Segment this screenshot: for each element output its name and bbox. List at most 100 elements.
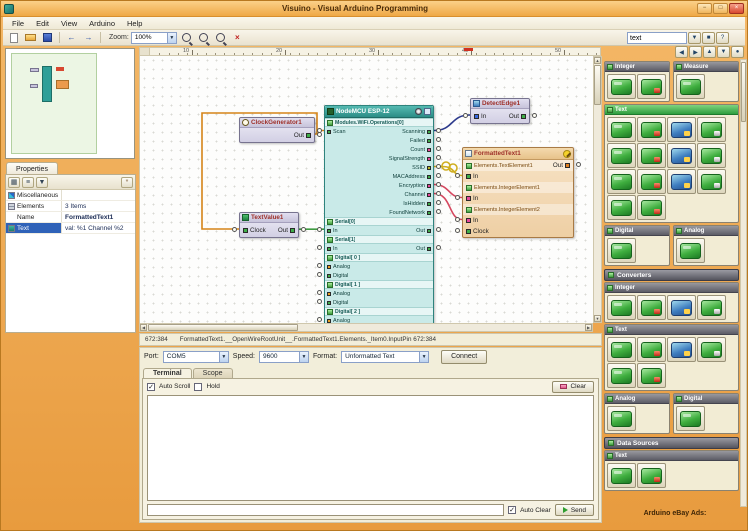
toolbox-section-header[interactable]: Integer (605, 62, 669, 72)
terminal-output[interactable] (147, 395, 594, 501)
menu-help[interactable]: Help (122, 18, 147, 29)
toolbox-section-header[interactable]: Digital (674, 394, 738, 404)
property-row-miscellaneous[interactable]: Miscellaneous (6, 190, 135, 201)
formattedtext1-input-connector[interactable] (455, 173, 460, 178)
toolbox-section-header[interactable]: Text (605, 451, 738, 461)
input-pin[interactable] (474, 114, 479, 119)
nodemcu-output-connector[interactable] (436, 128, 441, 133)
nodemcu-output-connector[interactable] (436, 200, 441, 205)
output-pin[interactable] (427, 139, 431, 143)
search-options-button[interactable]: ▼ (688, 32, 701, 44)
detectedge1-header[interactable]: DetectEdge1 (471, 99, 529, 109)
input-pin[interactable] (327, 229, 331, 233)
scroll-left-icon[interactable]: ◀ (140, 324, 147, 331)
property-value[interactable]: val: %1 Channel %2 (62, 223, 135, 233)
detectedge1-input-connector[interactable] (463, 113, 468, 118)
undo-button[interactable]: ← (64, 31, 79, 44)
output-pin[interactable] (427, 247, 431, 251)
property-value[interactable]: FormattedText1 (62, 212, 135, 222)
property-value[interactable]: 3 Items (62, 201, 135, 211)
input-pin[interactable] (243, 228, 248, 233)
save-button[interactable] (40, 31, 55, 44)
output-pin[interactable] (427, 130, 431, 134)
component-tile[interactable] (607, 337, 636, 362)
output-pin[interactable] (427, 148, 431, 152)
component-tile[interactable] (607, 195, 636, 220)
hold-checkbox[interactable] (194, 383, 202, 391)
nodemcu-input-connector[interactable] (317, 128, 322, 133)
textvalue1-output-connector[interactable] (301, 227, 306, 232)
canvas-vertical-scrollbar[interactable]: ▲ ▼ (593, 56, 602, 323)
output-pin[interactable] (565, 163, 570, 168)
nodemcu-output-connector[interactable] (436, 173, 441, 178)
component-tile[interactable] (667, 337, 696, 362)
component-tile[interactable] (697, 143, 726, 168)
speed-select[interactable]: 9600 ▼ (259, 351, 309, 363)
toolbox-nav-forward-icon[interactable]: ▶ (689, 46, 702, 58)
output-pin[interactable] (427, 211, 431, 215)
input-pin[interactable] (466, 196, 471, 201)
port-select[interactable]: COM5 ▼ (163, 351, 229, 363)
component-tile[interactable] (697, 295, 726, 320)
nodemcu-output-connector[interactable] (436, 191, 441, 196)
toolbox-section-header[interactable]: Analog (674, 226, 738, 236)
nodemcu-input-connector[interactable] (317, 227, 322, 232)
toolbox-category-converters[interactable]: Converters (604, 269, 739, 281)
design-canvas[interactable]: ClockGenerator1OutTextValue1ClockOutNode… (139, 56, 593, 323)
component-tile[interactable] (607, 363, 636, 388)
nodemcu-input-connector[interactable] (317, 263, 322, 268)
zoom-fit-button[interactable] (213, 31, 228, 44)
canvas-horizontal-scrollbar[interactable]: ◀ ▶ (139, 323, 593, 332)
input-pin[interactable] (327, 130, 331, 134)
property-row-text[interactable]: Textval: %1 Channel %2 (6, 223, 135, 234)
input-pin[interactable] (466, 218, 471, 223)
component-tile[interactable] (637, 295, 666, 320)
component-tile[interactable] (637, 363, 666, 388)
formattedtext1-input-connector[interactable] (455, 228, 460, 233)
nodemcu-input-connector[interactable] (317, 245, 322, 250)
properties-settings-icon[interactable]: * (121, 177, 133, 188)
component-tile[interactable] (676, 74, 705, 99)
detectedge1-output-connector[interactable] (532, 113, 537, 118)
component-tile[interactable] (637, 337, 666, 362)
nodemcu-input-connector[interactable] (317, 272, 322, 277)
maximize-button[interactable]: □ (713, 3, 728, 14)
new-button[interactable] (6, 31, 21, 44)
toolbox-section-header[interactable]: Digital (605, 226, 669, 236)
nodemcu-output-connector[interactable] (436, 137, 441, 142)
nodemcu-input-connector[interactable] (317, 290, 322, 295)
block-nodemcu[interactable]: NodeMCU ESP-12Modules.WiFi.Operations[0]… (324, 105, 434, 323)
close-button[interactable]: × (729, 3, 744, 14)
gear-icon[interactable] (415, 108, 422, 115)
minimize-button[interactable]: − (697, 3, 712, 14)
output-pin[interactable] (427, 202, 431, 206)
nodemcu-input-connector[interactable] (317, 299, 322, 304)
clockgenerator1-header[interactable]: ClockGenerator1 (240, 118, 314, 128)
component-tile[interactable] (697, 169, 726, 194)
properties-filter-icon[interactable]: ▼ (36, 177, 48, 188)
scroll-thumb[interactable] (594, 65, 601, 105)
formattedtext1-output-connector[interactable] (576, 162, 581, 167)
output-pin[interactable] (427, 157, 431, 161)
toolbox-expand-icon[interactable]: ▼ (717, 46, 730, 58)
tab-terminal[interactable]: Terminal (143, 368, 192, 378)
nodemcu-output-connector[interactable] (436, 245, 441, 250)
output-pin[interactable] (427, 184, 431, 188)
component-tile[interactable] (667, 169, 696, 194)
component-tile[interactable] (607, 74, 636, 99)
toolbox-section-header[interactable]: Integer (605, 283, 738, 293)
component-tile[interactable] (697, 117, 726, 142)
open-button[interactable] (23, 31, 38, 44)
textvalue1-input-connector[interactable] (232, 227, 237, 232)
block-clockgenerator1[interactable]: ClockGenerator1Out (239, 117, 315, 143)
properties-categorize-icon[interactable]: ▦ (8, 177, 20, 188)
component-tile[interactable] (637, 195, 666, 220)
nodemcu-output-connector[interactable] (436, 227, 441, 232)
component-tile[interactable] (676, 238, 705, 263)
output-pin[interactable] (427, 229, 431, 233)
output-pin[interactable] (521, 114, 526, 119)
search-input[interactable] (627, 32, 687, 44)
zoom-select[interactable]: 100% ▼ (131, 32, 177, 44)
component-tile[interactable] (667, 295, 696, 320)
input-pin[interactable] (327, 292, 331, 296)
